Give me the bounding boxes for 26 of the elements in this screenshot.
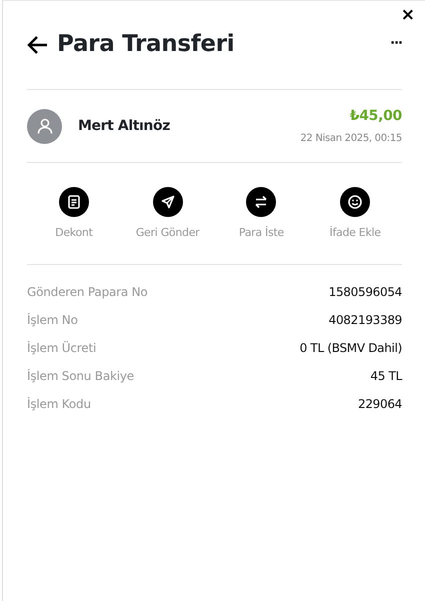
action-button[interactable]: İfade Ekle [310, 187, 400, 242]
detail-label: İşlem No [27, 312, 78, 328]
detail-label: Gönderen Papara No [27, 284, 148, 300]
smiley-icon [340, 187, 370, 217]
action-button[interactable]: Geri Gönder [122, 187, 213, 242]
paper-plane-icon [152, 187, 183, 217]
swap-arrows-icon [246, 187, 276, 217]
close-button[interactable]: × [396, 5, 419, 25]
back-arrow-icon [27, 34, 49, 55]
detail-label: İşlem Kodu [27, 396, 91, 412]
more-button[interactable]: ··· [390, 34, 402, 54]
detail-label: İşlem Sonu Bakiye [27, 368, 134, 384]
action-button[interactable]: Para İste [216, 187, 306, 242]
detail-value: 229064 [358, 396, 402, 412]
page-title: Para Transferi [57, 30, 236, 59]
detail-value: 0 TL (BSMV Dahil) [300, 340, 402, 356]
detail-value: 1580596054 [328, 284, 402, 300]
recipient-name: Mert Altınöz [78, 116, 171, 136]
avatar-icon [27, 108, 62, 144]
date-text: 22 Nisan 2025, 00:15 [300, 132, 402, 146]
amount-text: ₺45,00 [348, 107, 402, 126]
detail-value: 45 TL [370, 368, 402, 384]
detail-value: 4082193389 [328, 312, 402, 328]
action-button[interactable]: Dekont [28, 187, 119, 242]
detail-label: İşlem Ücreti [27, 340, 96, 356]
receipt-icon [58, 187, 89, 217]
